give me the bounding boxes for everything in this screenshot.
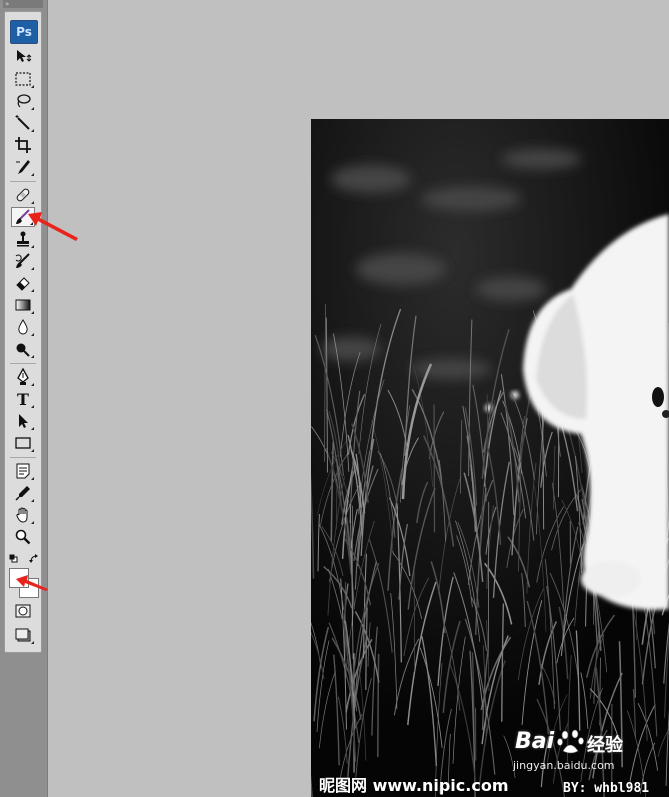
nipic-watermark: 昵图网 www.nipic.com	[319, 776, 509, 795]
lasso-tool[interactable]	[11, 91, 35, 111]
crop-tool[interactable]	[11, 135, 35, 155]
history-brush-tool[interactable]	[11, 251, 35, 271]
notes-tool[interactable]	[11, 461, 35, 481]
history-brush-icon	[15, 253, 30, 268]
bandage-icon	[16, 188, 30, 202]
magnifier-icon	[15, 529, 31, 545]
path-select-tool[interactable]	[11, 411, 35, 431]
panel-dock-strip: » Ps T	[0, 0, 48, 797]
lasso-icon	[17, 94, 31, 108]
paw-icon	[557, 729, 584, 754]
screen-mode-button[interactable]	[11, 625, 35, 645]
hand-tool[interactable]	[11, 505, 35, 525]
blur-tool[interactable]	[11, 317, 35, 337]
rect-marquee-icon	[15, 72, 31, 86]
red-arrow-swatch	[16, 575, 48, 591]
baidu-jingyan-watermark: Bai 经验 jingyan.baidu.com	[507, 727, 637, 777]
type-tool[interactable]: T	[11, 389, 35, 409]
drop-icon	[18, 319, 28, 335]
swap-colors-icon[interactable]	[29, 554, 39, 564]
quick-mask-button[interactable]	[11, 601, 35, 621]
author-watermark: BY: whbl981	[563, 781, 650, 796]
pen-icon	[17, 367, 29, 385]
quick-mask-icon	[15, 604, 31, 618]
dog-photo	[311, 119, 669, 797]
jingyan-text: 经验	[587, 735, 623, 756]
move-tool[interactable]	[11, 47, 35, 67]
zoom-tool[interactable]	[11, 527, 35, 547]
move-icon	[17, 50, 32, 62]
hand-icon	[16, 507, 28, 523]
tools-panel: Ps T	[4, 11, 42, 653]
ps-logo: Ps	[10, 20, 38, 44]
slice-icon	[16, 160, 30, 174]
eyedropper-icon	[15, 486, 30, 501]
slice-tool[interactable]	[11, 157, 35, 177]
pen-tool[interactable]	[11, 367, 35, 387]
quick-select-tool[interactable]	[11, 113, 35, 133]
panel-grip[interactable]: »	[3, 0, 43, 8]
red-arrow-brush	[28, 212, 78, 241]
jingyan-url: jingyan.baidu.com	[513, 759, 615, 772]
shape-tool[interactable]	[11, 433, 35, 453]
document-canvas[interactable]: 昵图网 www.nipic.com BY: whbl981	[311, 119, 669, 797]
dodge-icon	[16, 343, 30, 357]
note-icon	[16, 463, 30, 479]
rectangle-shape-icon	[15, 437, 31, 449]
svg-text:T: T	[17, 390, 29, 409]
dodge-tool[interactable]	[11, 339, 35, 359]
magic-wand-icon	[15, 115, 30, 130]
marquee-tool[interactable]	[11, 69, 35, 89]
arrow-cursor-icon	[19, 414, 28, 428]
healing-tool[interactable]	[11, 185, 35, 205]
eraser-icon	[16, 277, 30, 291]
gradient-tool[interactable]	[11, 295, 35, 315]
type-icon: T	[17, 390, 29, 409]
crop-icon	[15, 137, 31, 153]
screen-mode-icon	[15, 628, 31, 642]
baidu-logo: Bai	[515, 729, 555, 754]
gradient-icon	[15, 299, 31, 311]
eyedropper-tool[interactable]	[11, 483, 35, 503]
default-colors-icon[interactable]	[9, 554, 18, 563]
eraser-tool[interactable]	[11, 273, 35, 293]
